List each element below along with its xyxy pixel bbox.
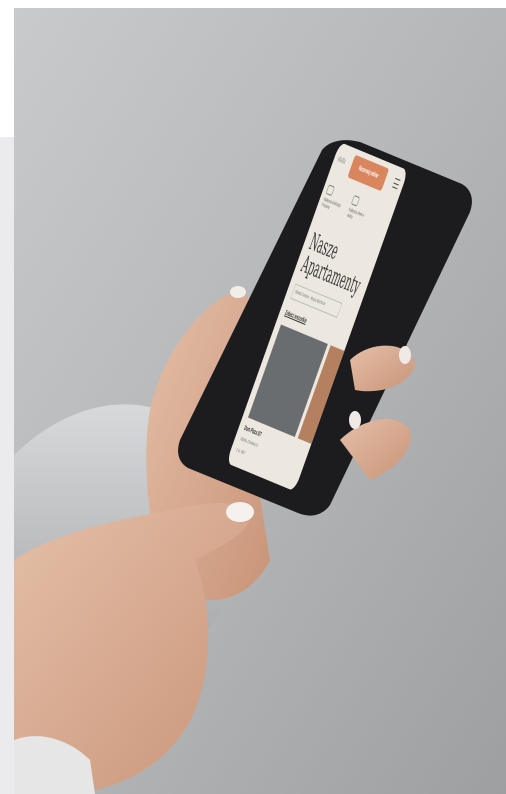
side-panel <box>0 137 14 794</box>
feature-location: Najlepsza lokalizacja Poznania <box>321 184 347 215</box>
fingernail <box>226 502 254 522</box>
apartment-card-address: Gdańsk, Chmielna 31 <box>239 436 259 449</box>
photo-stage: ıllıllı Rezerwuj online Najlepsza lokali… <box>0 0 506 794</box>
map-icon <box>325 184 335 197</box>
feature-offer: Najlepsza oferta w okolicy <box>346 194 372 226</box>
apartment-card-title[interactable]: Dom Plaza 0/7 <box>243 425 262 439</box>
page-title: Nasze Apartamenty <box>298 228 372 300</box>
see-all-link[interactable]: Zobacz wszystkie <box>284 310 307 325</box>
tag-icon <box>350 194 361 207</box>
top-white-strip <box>0 0 14 137</box>
feature-label: Najlepsza oferta w okolicy <box>346 207 365 221</box>
book-online-button[interactable]: Rezerwuj online <box>347 154 390 192</box>
site-logo[interactable]: ıllıllı <box>337 155 347 166</box>
apartment-card-meta: 2 os. 45m² <box>235 447 246 457</box>
hamburger-menu-icon[interactable] <box>392 177 401 190</box>
feature-label: Najlepsza lokalizacja Poznania <box>320 196 342 211</box>
